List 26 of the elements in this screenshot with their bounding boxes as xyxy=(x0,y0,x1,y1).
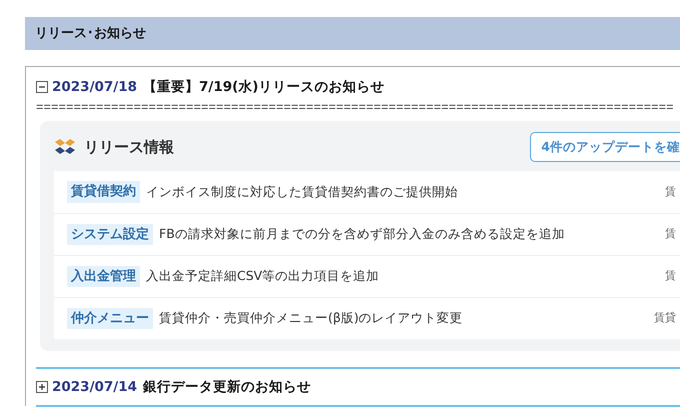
release-item[interactable]: 仲介メニュー 賃貸仲介・売買仲介メニュー(β版)のレイアウト変更 賃貸 xyxy=(54,297,680,339)
logo-icon xyxy=(54,138,76,156)
category-tag: システム設定 xyxy=(67,224,153,246)
separator-line: ===================================================================================== xyxy=(36,101,675,115)
item-tag-text: 賃 xyxy=(665,226,676,242)
item-text: 入出金予定詳細CSV等の出力項目を追加 xyxy=(146,267,380,286)
section-title: リリース･お知らせ xyxy=(35,24,146,43)
category-tag: 入出金管理 xyxy=(67,266,140,288)
collapse-icon[interactable] xyxy=(36,81,48,93)
item-tag-text: 賃貸 xyxy=(654,310,676,326)
item-tag-text: 賃 xyxy=(665,184,676,200)
release-item[interactable]: 入出金管理 入出金予定詳細CSV等の出力項目を追加 賃 xyxy=(54,255,680,297)
release-item[interactable]: システム設定 FBの請求対象に前月までの分を含めず部分入金のみ含める設定を追加 賃 xyxy=(54,213,680,255)
notice-title[interactable]: 【重要】7/19(水)リリースのお知らせ xyxy=(143,76,384,98)
item-text: 賃貸仲介・売買仲介メニュー(β版)のレイアウト変更 xyxy=(159,309,463,328)
notice-date: 2023/07/18 xyxy=(52,78,138,97)
item-text: インボイス制度に対応した賃貸借契約書のご提供開始 xyxy=(146,182,458,201)
notice-title[interactable]: 銀行データ更新のお知らせ xyxy=(143,376,312,398)
expand-icon[interactable] xyxy=(36,381,48,393)
item-text: FBの請求対象に前月までの分を含めず部分入金のみ含める設定を追加 xyxy=(159,225,565,244)
item-tag-text: 賃 xyxy=(665,268,676,284)
category-tag: 賃貸借契約 xyxy=(67,181,140,203)
notice-date: 2023/07/14 xyxy=(52,378,138,397)
release-item[interactable]: 賃貸借契約 インボイス制度に対応した賃貸借契約書のご提供開始 賃 xyxy=(54,171,680,213)
card-title: リリース情報 xyxy=(84,136,174,158)
category-tag: 仲介メニュー xyxy=(67,308,153,330)
